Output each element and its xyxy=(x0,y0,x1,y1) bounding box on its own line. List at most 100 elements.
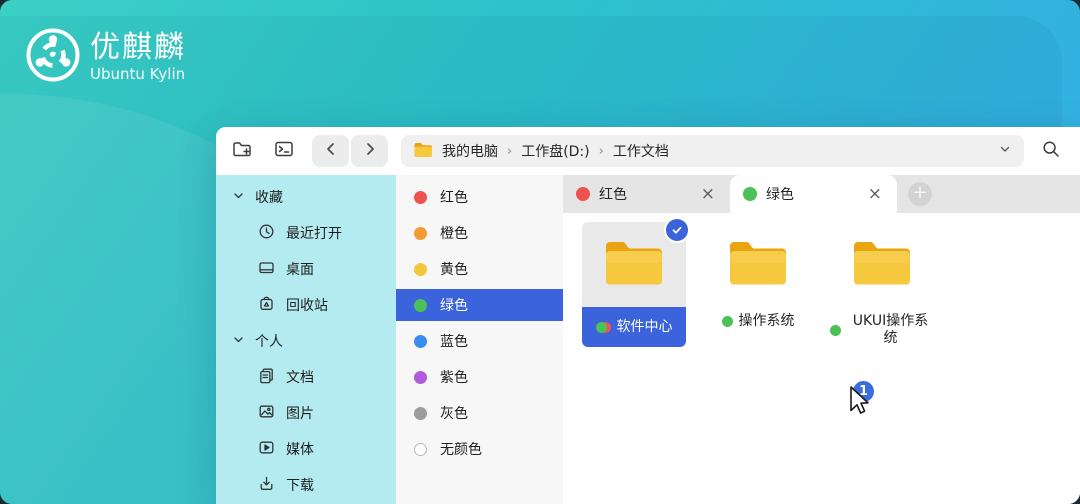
file-label: 软件中心 xyxy=(582,307,686,347)
sidebar-item-desktop[interactable]: 桌面 xyxy=(216,251,396,287)
desktop: 优麒麟 Ubuntu Kylin xyxy=(0,0,1080,504)
tab-label: 红色 xyxy=(599,184,627,204)
mouse-cursor-icon xyxy=(845,384,871,422)
sidebar-item-pictures[interactable]: 图片 xyxy=(216,395,396,431)
label-row-blue[interactable]: 蓝色 xyxy=(396,323,563,359)
brand: 优麒麟 Ubuntu Kylin xyxy=(26,28,186,86)
blue-dot-icon xyxy=(414,335,427,348)
sidebar-group-favorites[interactable]: 收藏 xyxy=(216,179,396,215)
sidebar-item-label: 回收站 xyxy=(286,295,328,315)
sidebar-item-recent[interactable]: 最近打开 xyxy=(216,215,396,251)
sidebar-group-label: 收藏 xyxy=(255,187,283,207)
download-icon xyxy=(258,475,275,496)
brand-subtitle: Ubuntu Kylin xyxy=(90,65,186,83)
terminal-icon xyxy=(273,138,295,164)
label-text: 灰色 xyxy=(440,403,468,423)
image-icon xyxy=(258,403,275,424)
chevron-down-icon xyxy=(998,144,1012,160)
tab-bar: 红色 × 绿色 × + xyxy=(563,175,1080,213)
label-text: 绿色 xyxy=(440,295,468,315)
history-nav xyxy=(312,135,388,167)
sidebar-group-label: 个人 xyxy=(255,331,283,351)
green-tag-dot-icon xyxy=(830,325,841,336)
tab-green[interactable]: 绿色 × xyxy=(730,175,897,213)
file-item-operating-system[interactable]: 操作系统 xyxy=(706,222,810,330)
label-row-nocolor[interactable]: 无颜色 xyxy=(396,431,563,467)
breadcrumb-item-work-docs[interactable]: 工作文档 xyxy=(613,141,669,161)
file-manager-window: 我的电脑 › 工作盘(D:) › 工作文档 xyxy=(216,127,1080,504)
folder-icon xyxy=(413,141,433,162)
magnifier-icon xyxy=(1041,139,1061,163)
tab-red[interactable]: 红色 × xyxy=(563,175,730,213)
sidebar-item-label: 最近打开 xyxy=(286,223,342,243)
trash-icon xyxy=(258,295,275,316)
folder-plus-icon xyxy=(231,138,253,164)
folder-icon xyxy=(602,237,666,293)
selected-check-icon xyxy=(666,219,688,241)
red-dot-icon xyxy=(414,191,427,204)
document-icon xyxy=(258,367,275,388)
label-row-purple[interactable]: 紫色 xyxy=(396,359,563,395)
tab-label: 绿色 xyxy=(766,184,794,204)
sidebar-item-media[interactable]: 媒体 xyxy=(216,431,396,467)
file-label: UKUI操作系统 xyxy=(830,307,934,347)
sidebar-item-documents[interactable]: 文档 xyxy=(216,359,396,395)
brand-title: 优麒麟 xyxy=(90,31,186,64)
color-labels-panel: 红色 橙色 黄色 绿色 蓝色 xyxy=(396,175,563,504)
breadcrumb-item-computer[interactable]: 我的电脑 xyxy=(442,141,498,161)
sidebar-item-label: 文档 xyxy=(286,367,314,387)
close-icon[interactable]: × xyxy=(699,184,717,205)
sidebar-group-personal[interactable]: 个人 xyxy=(216,323,396,359)
green-tag-dot-icon xyxy=(722,316,733,327)
breadcrumb-dropdown-button[interactable] xyxy=(998,142,1012,160)
label-row-red[interactable]: 红色 xyxy=(396,179,563,215)
chevron-down-icon xyxy=(233,333,244,349)
sidebar-item-downloads[interactable]: 下载 xyxy=(216,467,396,503)
desktop-icon xyxy=(258,259,275,280)
label-text: 红色 xyxy=(440,187,468,207)
terminal-button[interactable] xyxy=(272,139,296,163)
back-button[interactable] xyxy=(312,135,349,167)
label-text: 蓝色 xyxy=(440,331,468,351)
label-row-green[interactable]: 绿色 xyxy=(396,289,563,321)
breadcrumb-item-drive-d[interactable]: 工作盘(D:) xyxy=(521,141,589,161)
media-icon xyxy=(258,439,275,460)
green-dot-icon xyxy=(743,187,757,201)
label-row-gray[interactable]: 灰色 xyxy=(396,395,563,431)
red-dot-icon xyxy=(576,187,590,201)
label-row-orange[interactable]: 橙色 xyxy=(396,215,563,251)
breadcrumb-separator: › xyxy=(507,144,512,159)
file-item-software-center[interactable]: 软件中心 xyxy=(582,222,686,347)
forward-button[interactable] xyxy=(351,135,388,167)
new-folder-button[interactable] xyxy=(230,139,254,163)
file-item-ukui-operating-system[interactable]: UKUI操作系统 xyxy=(830,222,934,347)
label-text: 黄色 xyxy=(440,259,468,279)
ubuntu-kylin-logo-icon xyxy=(26,28,80,86)
breadcrumb-separator: › xyxy=(599,144,604,159)
chevron-right-icon xyxy=(362,141,378,161)
folder-icon xyxy=(726,237,790,293)
content-area: 红色 × 绿色 × + xyxy=(563,175,1080,504)
file-tag-dots xyxy=(596,322,611,333)
orange-dot-icon xyxy=(414,227,427,240)
empty-dot-icon xyxy=(414,443,427,456)
window-body: 收藏 最近打开 桌面 xyxy=(216,175,1080,504)
file-label: 操作系统 xyxy=(706,307,810,330)
file-name: UKUI操作系统 xyxy=(847,313,934,347)
sidebar-item-label: 图片 xyxy=(286,403,314,423)
close-icon[interactable]: × xyxy=(866,184,884,205)
purple-dot-icon xyxy=(414,371,427,384)
label-text: 紫色 xyxy=(440,367,468,387)
green-dot-icon xyxy=(414,299,427,312)
label-text: 无颜色 xyxy=(440,439,482,459)
file-name: 软件中心 xyxy=(617,319,673,336)
chevron-down-icon xyxy=(233,189,244,205)
new-tab-button[interactable]: + xyxy=(908,182,932,206)
green-tag-dot-icon xyxy=(596,322,607,333)
search-button[interactable] xyxy=(1037,137,1065,165)
sidebar-item-label: 媒体 xyxy=(286,439,314,459)
sidebar-item-trash[interactable]: 回收站 xyxy=(216,287,396,323)
sidebar-item-label: 桌面 xyxy=(286,259,314,279)
breadcrumb: 我的电脑 › 工作盘(D:) › 工作文档 xyxy=(401,135,1024,167)
label-row-yellow[interactable]: 黄色 xyxy=(396,251,563,287)
